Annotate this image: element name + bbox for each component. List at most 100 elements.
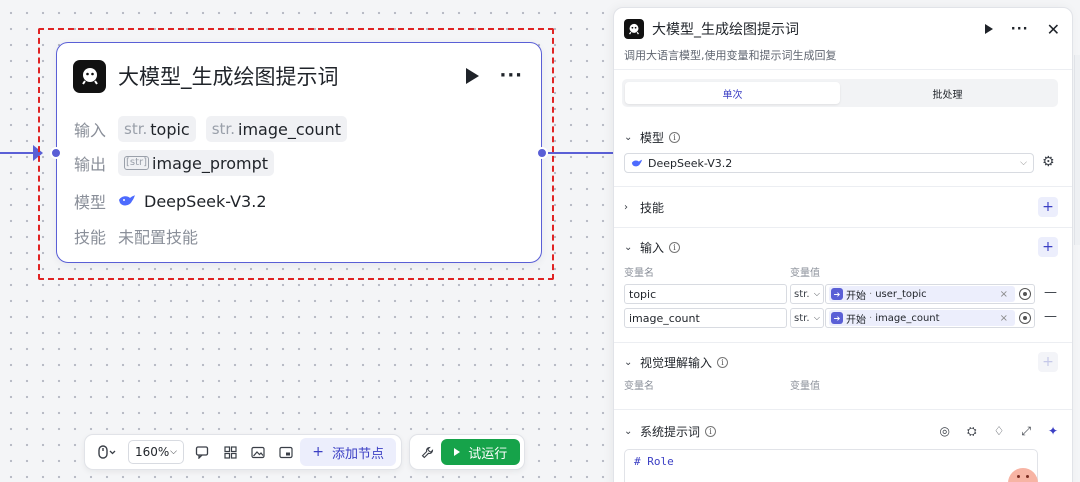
input-chip-image-count: str. image_count bbox=[205, 116, 347, 142]
chevron-down-icon: ⌵ bbox=[170, 447, 177, 457]
outgoing-edge bbox=[548, 152, 614, 154]
tab-single[interactable]: 单次 bbox=[625, 82, 840, 104]
chevron-down-icon: ⌄ bbox=[624, 131, 633, 143]
model-section-header[interactable]: ⌄ 模型 i bbox=[624, 128, 1058, 146]
chevron-right-icon: › bbox=[624, 201, 628, 213]
column-var-value: 变量值 bbox=[790, 381, 820, 392]
node-header: 大模型_生成绘图提示词 ··· bbox=[73, 59, 523, 93]
chevron-down-icon: ⌵ bbox=[813, 289, 820, 298]
panel-description[interactable]: 调用大语言模型,使用变量和提示词生成回复 bbox=[624, 47, 837, 63]
divider bbox=[614, 227, 1072, 228]
chevron-down-icon: ⌄ bbox=[624, 356, 633, 368]
minimap-icon[interactable] bbox=[272, 439, 300, 465]
debug-wrench-icon[interactable] bbox=[414, 439, 441, 465]
image-icon[interactable] bbox=[244, 439, 272, 465]
ai-sparkle-icon[interactable]: ✦ bbox=[1048, 424, 1058, 438]
input-type-select[interactable]: str. ⌵ bbox=[790, 308, 824, 328]
model-select[interactable]: DeepSeek-V3.2 ⌵ bbox=[624, 153, 1034, 173]
run-node-play-icon[interactable] bbox=[984, 24, 993, 34]
remove-input-icon[interactable]: — bbox=[1044, 285, 1057, 300]
clear-icon[interactable]: × bbox=[1000, 313, 1011, 324]
input-value-reference[interactable]: ➔ 开始 · user_topic × bbox=[825, 284, 1035, 304]
prompt-role-heading: # Role bbox=[634, 455, 674, 468]
zoom-select[interactable]: 160% ⌵ bbox=[128, 440, 184, 464]
more-options-icon[interactable]: ··· bbox=[1011, 23, 1029, 36]
node-model-row: 模型 DeepSeek-V3.2 bbox=[74, 189, 267, 213]
run-mode-tabs: 单次 批处理 bbox=[622, 79, 1058, 107]
add-skill-button[interactable]: + bbox=[1038, 197, 1058, 217]
add-input-button[interactable]: + bbox=[1038, 237, 1058, 257]
clear-icon[interactable]: × bbox=[1000, 289, 1011, 300]
expand-icon[interactable]: ⤢ bbox=[1021, 424, 1031, 439]
start-node-icon: ➔ bbox=[831, 288, 843, 300]
chevron-down-icon: ⌄ bbox=[624, 241, 633, 253]
close-icon[interactable]: ✕ bbox=[1047, 20, 1060, 39]
remove-input-icon[interactable]: — bbox=[1044, 309, 1057, 324]
llm-logo-icon bbox=[624, 19, 644, 39]
info-icon[interactable]: i bbox=[669, 241, 681, 253]
input-var-name-field[interactable]: image_count bbox=[624, 308, 787, 328]
llm-node-card[interactable]: 大模型_生成绘图提示词 ··· 输入 str. topic str. image… bbox=[50, 42, 548, 263]
grid-layout-icon[interactable] bbox=[216, 439, 244, 465]
llm-logo-icon bbox=[73, 59, 106, 93]
robot-icon[interactable]: ⛭ bbox=[967, 424, 977, 439]
tab-batch[interactable]: 批处理 bbox=[840, 82, 1055, 104]
column-var-name: 变量名 bbox=[624, 381, 654, 392]
node-model-name: DeepSeek-V3.2 bbox=[144, 191, 267, 211]
vision-input-section-header[interactable]: ⌄ 视觉理解输入 i + bbox=[624, 352, 1058, 372]
no-skills-text: 未配置技能 bbox=[118, 228, 199, 247]
info-icon[interactable]: i bbox=[705, 425, 717, 437]
deepseek-whale-icon bbox=[631, 159, 643, 168]
add-node-button[interactable]: + 添加节点 bbox=[300, 438, 396, 466]
mouse-mode-icon[interactable] bbox=[90, 439, 124, 465]
chevron-down-icon: ⌵ bbox=[1020, 158, 1027, 168]
model-label: 模型 bbox=[74, 193, 107, 212]
divider bbox=[614, 69, 1072, 70]
node-skills-row: 技能 未配置技能 bbox=[74, 224, 198, 248]
input-value-reference[interactable]: ➔ 开始 · image_count × bbox=[825, 308, 1035, 328]
canvas-toolbar: 160% ⌵ + 添加节点 bbox=[84, 434, 402, 470]
node-title: 大模型_生成绘图提示词 bbox=[118, 65, 339, 89]
output-label: 输出 bbox=[74, 155, 107, 174]
variable-picker-icon[interactable] bbox=[1019, 288, 1031, 300]
input-var-name-field[interactable]: topic bbox=[624, 284, 787, 304]
skills-section-header[interactable]: › 技能 + bbox=[624, 197, 1058, 217]
variable-picker-icon[interactable] bbox=[1019, 312, 1031, 324]
node-settings-panel: 大模型_生成绘图提示词 ··· ✕ 调用大语言模型,使用变量和提示词生成回复 单… bbox=[613, 7, 1073, 482]
compass-icon[interactable]: ◎ bbox=[939, 424, 949, 438]
panel-header: 大模型_生成绘图提示词 ··· ✕ bbox=[624, 18, 1060, 40]
output-chip-image-prompt: [str] image_prompt bbox=[118, 150, 275, 176]
node-input-port[interactable] bbox=[50, 147, 62, 159]
reference-tag: ➔ 开始 · user_topic × bbox=[829, 286, 1015, 302]
system-prompt-editor[interactable]: # Role bbox=[624, 449, 1038, 482]
column-var-value: 变量值 bbox=[790, 268, 820, 279]
lightbulb-icon[interactable]: ♢ bbox=[994, 424, 1005, 438]
comment-icon[interactable] bbox=[188, 439, 216, 465]
input-section-header[interactable]: ⌄ 输入 i + bbox=[624, 237, 1058, 257]
info-icon[interactable]: i bbox=[717, 356, 729, 368]
chevron-down-icon: ⌵ bbox=[813, 313, 820, 322]
gear-icon[interactable]: ⚙ bbox=[1042, 154, 1055, 170]
test-run-button[interactable]: 试运行 bbox=[441, 439, 520, 465]
column-var-name: 变量名 bbox=[624, 268, 654, 279]
incoming-edge bbox=[0, 152, 34, 154]
more-options-icon[interactable]: ··· bbox=[499, 67, 523, 85]
panel-scrollbar[interactable] bbox=[1074, 55, 1080, 245]
divider bbox=[614, 186, 1072, 187]
deepseek-whale-icon bbox=[118, 194, 136, 208]
chevron-down-icon: ⌄ bbox=[624, 425, 633, 437]
node-output-port[interactable] bbox=[536, 147, 548, 159]
input-chip-topic: str. topic bbox=[118, 116, 196, 142]
node-inputs-row: 输入 str. topic str. image_count bbox=[74, 116, 357, 142]
divider bbox=[614, 409, 1072, 410]
run-toolbar: 试运行 bbox=[409, 434, 525, 470]
node-output-row: 输出 [str] image_prompt bbox=[74, 150, 284, 176]
input-type-select[interactable]: str. ⌵ bbox=[790, 284, 824, 304]
reference-tag: ➔ 开始 · image_count × bbox=[829, 310, 1015, 326]
system-prompt-section-header[interactable]: ⌄ 系统提示词 i ◎ ⛭ ♢ ⤢ ✦ bbox=[624, 422, 1058, 440]
info-icon[interactable]: i bbox=[669, 131, 681, 143]
add-vision-input-button[interactable]: + bbox=[1038, 352, 1058, 372]
run-node-play-icon[interactable] bbox=[466, 68, 480, 84]
panel-title[interactable]: 大模型_生成绘图提示词 bbox=[652, 19, 799, 39]
zoom-value: 160% bbox=[135, 445, 170, 459]
